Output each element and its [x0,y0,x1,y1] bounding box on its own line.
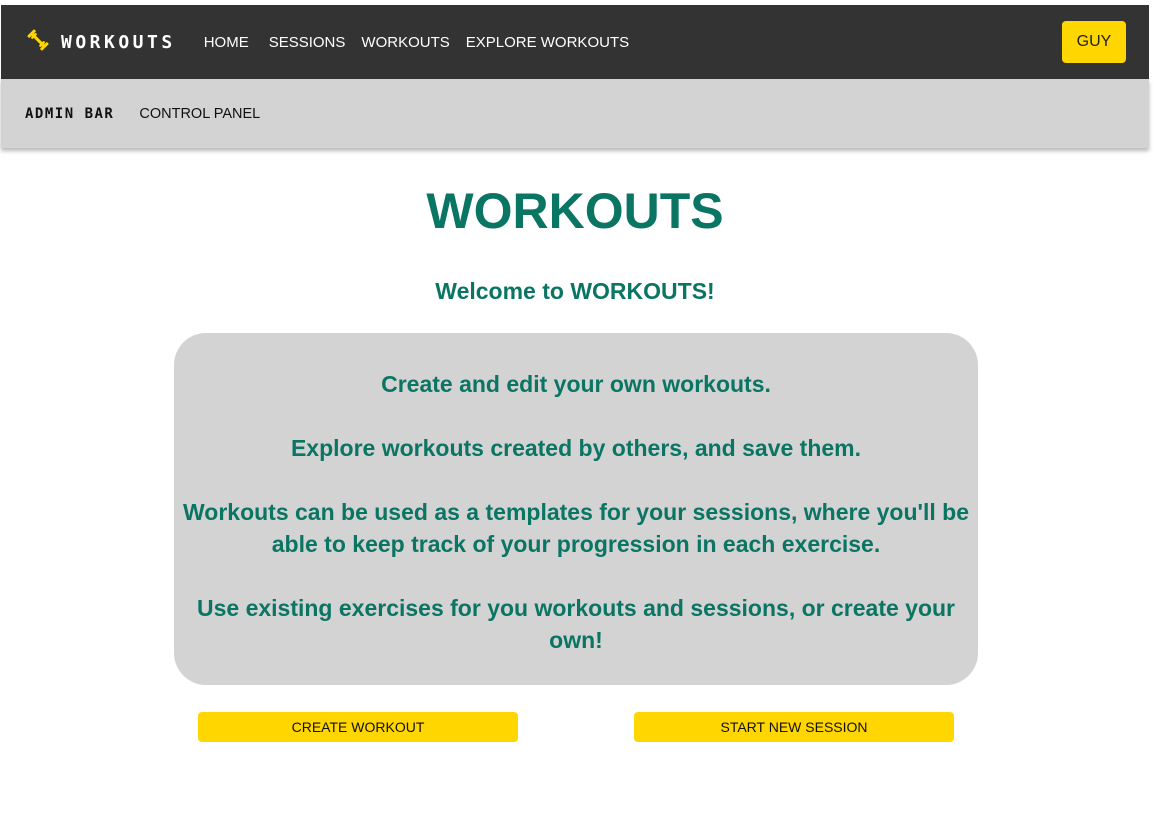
top-navbar: WORKOUTS HOME SESSIONS WORKOUTS EXPLORE … [1,5,1149,79]
info-card: Create and edit your own workouts. Explo… [174,333,978,685]
info-paragraph: Workouts can be used as a templates for … [182,499,969,557]
create-workout-button[interactable]: CREATE WORKOUT [198,712,518,742]
nav-sessions[interactable]: SESSIONS [269,34,346,51]
admin-bar: ADMIN BAR CONTROL PANEL [1,79,1149,148]
start-new-session-button[interactable]: START NEW SESSION [634,712,954,742]
admin-bar-title: ADMIN BAR [25,105,115,122]
user-menu-button[interactable]: GUY [1062,21,1126,63]
dumbbell-icon [26,28,50,57]
info-paragraph: Use existing exercises for you workouts … [196,595,955,653]
page-title: WORKOUTS [426,183,724,239]
info-paragraph: Create and edit your own workouts. [381,371,771,397]
nav-explore-workouts[interactable]: EXPLORE WORKOUTS [466,34,629,51]
brand-logo[interactable]: WORKOUTS [26,28,176,57]
info-paragraph: Explore workouts created by others, and … [290,435,862,461]
welcome-heading: Welcome to WORKOUTS! [435,278,715,304]
nav-home[interactable]: HOME [204,34,249,51]
brand-name: WORKOUTS [61,31,176,53]
control-panel-link[interactable]: CONTROL PANEL [139,106,260,122]
main-nav: HOME SESSIONS WORKOUTS EXPLORE WORKOUTS [204,34,645,51]
nav-workouts[interactable]: WORKOUTS [361,34,449,51]
